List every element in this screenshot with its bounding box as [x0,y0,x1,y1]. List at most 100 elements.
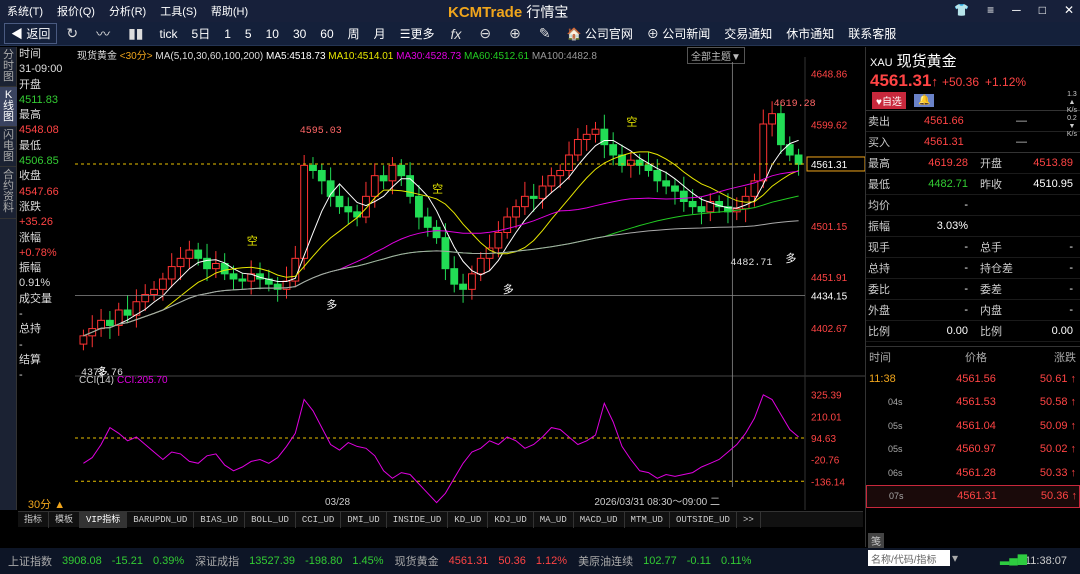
status-pct: 1.45% [352,555,384,567]
candle-chart-icon[interactable]: ▮▮ [119,25,152,42]
tab-kline[interactable]: K线图 [0,87,17,127]
candle [97,319,105,330]
search-input[interactable]: 名称/代码/指标 [868,550,950,566]
cci-tick-label: -136.14 [811,477,845,488]
candle [679,190,688,203]
menu-analysis[interactable]: 分析(R) [102,3,153,19]
candle [432,226,441,239]
indicator-tab-6[interactable]: CCI_UD [296,511,342,528]
kline-chart-area[interactable]: 现货黄金 <30分> MA(5,10,30,60,100,200) MA5:45… [75,47,865,510]
link-support[interactable]: 联系客服 [841,25,903,42]
ma5-line [83,139,799,337]
period-60m[interactable]: 60 [313,27,340,41]
info-vol-label: 成交量 [19,292,52,305]
status-value: 102.77 [643,555,677,567]
status-name[interactable]: 上证指数 [0,553,57,569]
more-button[interactable]: ☰更多 [393,25,442,42]
formula-icon[interactable]: fx [441,26,470,42]
indicator-tab-15[interactable]: >> [737,511,761,528]
link-official-site-label: 公司官网 [584,27,633,41]
line-chart-icon[interactable]: 〰 [87,24,119,44]
ma100-line [83,220,799,337]
indicator-tab-1[interactable]: 模板 [49,511,81,528]
quote-stats: 最高 4619.28 开盘 4513.89 最低 4482.71 昨收 4510.95 均价 - 振… [866,153,1080,342]
period-week[interactable]: 周 [341,25,367,42]
price-tick-label: 4501.15 [811,222,848,233]
signal-duo: 多 [785,251,796,265]
bell-icon[interactable]: 🔔 [913,94,935,107]
back-button[interactable]: ◀ 返回 [4,23,58,44]
period-1m[interactable]: 1 [217,27,238,41]
stats-value-2: 0.00 [1051,325,1073,337]
indicator-tab-9[interactable]: KD_UD [448,511,489,528]
menu-tools[interactable]: 工具(S) [153,3,204,19]
status-name[interactable]: 美原油连续 [572,553,638,569]
indicator-tab-7[interactable]: DMI_UD [341,511,387,528]
info-oi-value: - [19,338,23,351]
info-open-label: 开盘 [19,78,41,91]
indicator-tab-8[interactable]: INSIDE_UD [387,511,449,528]
candle [158,278,167,290]
info-chg-label: 涨跌 [19,200,41,213]
maximize-icon[interactable]: □ [1039,3,1046,17]
add-watchlist-button[interactable]: ♥自选 [872,92,906,109]
search-dropdown-icon[interactable]: ▾ [952,551,958,565]
period-5day[interactable]: 5日 [185,25,218,42]
candle [520,195,529,208]
draw-pen-icon[interactable]: ✎ [530,25,560,42]
tab-contract-info[interactable]: 合约资料 [0,167,17,219]
signal-kong: 空 [247,233,258,247]
tab-flash[interactable]: 闪电图 [0,127,17,167]
candle [644,164,653,172]
quote-panel: XAU 现货黄金 4561.31 ↑ +50.36 +1.12% 1.3 ▲ K… [865,47,1080,548]
menu-quote[interactable]: 报价(Q) [50,3,102,19]
refresh-icon[interactable]: ↻ [57,25,87,42]
indicator-tab-10[interactable]: KDJ_UD [488,511,534,528]
tick-row: 11:38 4561.56 50.61 ↑ [866,367,1080,391]
period-5m[interactable]: 5 [238,27,259,41]
indicator-tab-3[interactable]: BARUPDN_UD [127,511,195,528]
rp-bottom-tab[interactable]: 笺 [868,533,884,548]
info-amp-label: 振幅 [19,262,41,275]
indicator-tab-13[interactable]: MTM_UD [625,511,670,528]
stats-row: 最高 4619.28 开盘 4513.89 [866,153,1080,174]
candle [335,195,344,208]
menu-system[interactable]: 系统(T) [0,3,50,19]
indicator-tab-2[interactable]: VIP指标 [80,511,128,528]
period-switch-button[interactable]: 30分 ▲ [18,496,75,511]
zoom-in-icon[interactable]: ⊕ [500,25,530,42]
link-trade-notice[interactable]: 交易通知 [717,25,779,42]
minimize-icon[interactable]: ─ [1012,3,1021,17]
skin-icon[interactable]: 👕 [954,3,969,17]
chart-canvas: 4648.86 4599.62 4501.15 4451.91 4402.67 4561.… [75,57,865,510]
candle [556,170,565,177]
status-name[interactable]: 深证成指 [189,553,244,569]
menu-icon[interactable]: ≡ [987,3,994,17]
indicator-tab-14[interactable]: OUTSIDE_UD [670,511,737,528]
indicator-tab-11[interactable]: MA_UD [534,511,574,528]
link-closure-notice[interactable]: 休市通知 [779,25,841,42]
zoom-out-icon[interactable]: ⊖ [470,25,500,42]
tick-price: 4561.28 [956,466,996,479]
indicator-tab-12[interactable]: MACD_UD [574,511,625,528]
link-official-site[interactable]: 🏠 公司官网 [560,25,640,42]
tick-price: 4560.97 [956,443,996,456]
menu-help[interactable]: 帮助(H) [204,3,255,19]
stats-label: 现手 [868,242,890,254]
info-pct-value: +0.78% [19,246,57,259]
candle [79,335,88,345]
period-month[interactable]: 月 [367,25,393,42]
indicator-tab-4[interactable]: BIAS_UD [194,511,246,528]
status-name[interactable]: 现货黄金 [389,553,444,569]
link-company-news[interactable]: ⊕ 公司新闻 [640,25,717,42]
period-10m[interactable]: 10 [259,27,286,41]
indicator-tab-5[interactable]: BOLL_UD [245,511,296,528]
cursor-time-label: 2026/03/31 08:30～09:00 二 [594,497,720,508]
period-30m[interactable]: 30 [286,27,313,41]
period-tick[interactable]: tick [153,27,185,41]
tick-row: 06s 4561.28 50.33 ↑ [866,461,1080,485]
tab-timeshare[interactable]: 分时图 [0,47,17,87]
close-icon[interactable]: ✕ [1064,3,1074,17]
indicator-tab-0[interactable]: 指标 [18,511,50,528]
speed-down-value: 0.2 [1067,115,1077,122]
